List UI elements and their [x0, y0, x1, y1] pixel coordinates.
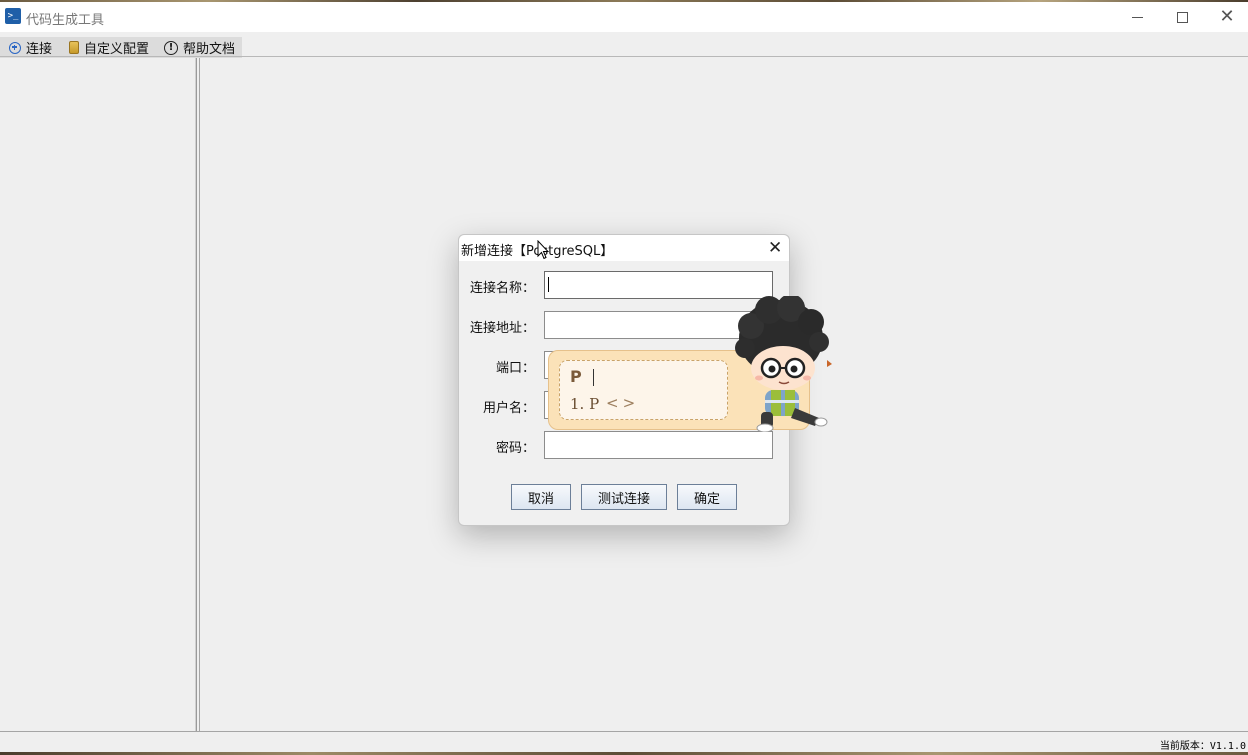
connection-name-label: 连接名称： — [469, 281, 535, 296]
minimize-button[interactable] — [1114, 2, 1160, 32]
dialog-close-icon[interactable]: ✕ — [768, 238, 782, 258]
password-input[interactable] — [544, 431, 773, 459]
field-row-connection-name: 连接名称： — [459, 271, 789, 299]
title-bar[interactable]: >_ 代码生成工具 ✕ — [0, 2, 1248, 32]
menu-connect-label: 连接 — [26, 42, 53, 57]
window-title: 代码生成工具 — [26, 13, 105, 28]
connection-name-input[interactable] — [544, 271, 773, 299]
add-circle-icon — [9, 41, 21, 54]
ime-composition: P — [570, 367, 582, 386]
test-connection-button[interactable]: 测试连接 — [581, 484, 667, 510]
menu-help-docs-label: 帮助文档 — [183, 42, 236, 57]
menu-connect[interactable]: 连接 — [9, 37, 52, 58]
panel-divider[interactable] — [195, 58, 196, 731]
port-label: 端口： — [495, 361, 535, 376]
mouse-pointer-icon — [537, 240, 549, 260]
menu-separator — [0, 56, 1248, 57]
text-caret — [548, 277, 549, 292]
password-label: 密码： — [495, 441, 535, 456]
menu-custom-config-label: 自定义配置 — [84, 42, 150, 57]
maximize-button[interactable] — [1159, 2, 1205, 32]
info-icon: ! — [164, 40, 178, 55]
ime-page-nav[interactable]: <> — [606, 394, 639, 412]
close-icon: ✕ — [1219, 6, 1235, 27]
ime-candidate-item[interactable]: 1. P — [570, 395, 599, 413]
ok-button[interactable]: 确定 — [677, 484, 737, 510]
ime-caret — [593, 369, 594, 386]
username-label: 用户名： — [482, 401, 535, 416]
terminal-icon: >_ — [5, 8, 21, 24]
status-separator — [0, 731, 1248, 732]
cancel-button[interactable]: 取消 — [511, 484, 571, 510]
minimize-icon — [1131, 16, 1143, 18]
connection-tree-panel[interactable] — [0, 58, 197, 731]
field-row-password: 密码： — [459, 431, 789, 459]
menu-help-docs[interactable]: ! 帮助文档 — [164, 37, 235, 58]
maximize-icon — [1176, 11, 1188, 23]
ime-candidate-panel: P 1. P <> — [559, 360, 728, 420]
ime-mascot-icon — [735, 296, 832, 432]
connection-host-label: 连接地址： — [469, 321, 535, 336]
config-icon — [69, 41, 79, 54]
version-status: 当前版本：V1.1.0 — [1159, 741, 1246, 752]
close-window-button[interactable]: ✕ — [1204, 2, 1248, 32]
dialog-title-bar[interactable]: 新增连接【PostgreSQL】 ✕ — [459, 235, 789, 261]
menu-bar: 连接 自定义配置 ! 帮助文档 — [0, 37, 242, 58]
menu-custom-config[interactable]: 自定义配置 — [69, 37, 149, 58]
